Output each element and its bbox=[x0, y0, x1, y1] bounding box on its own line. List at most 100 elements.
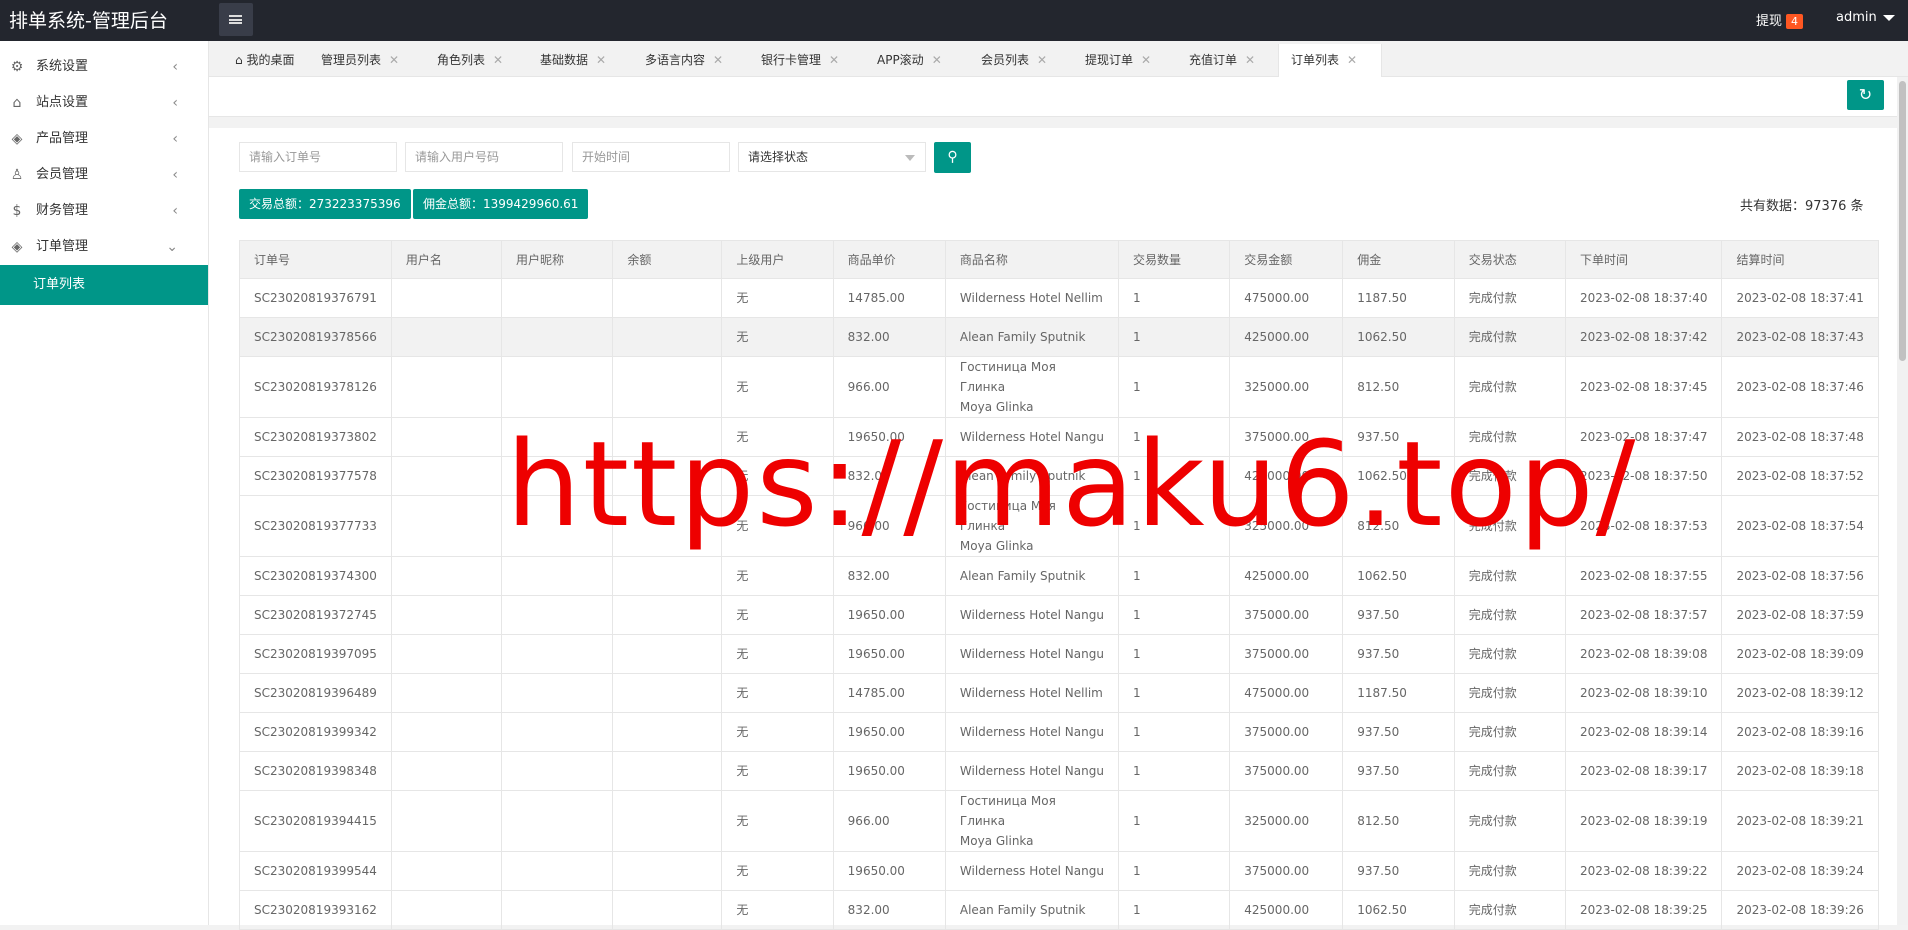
table-cell: 1 bbox=[1117, 356, 1231, 418]
table-cell bbox=[501, 751, 614, 791]
table-row[interactable]: SC23020819372745 无 19650.00 Wilderness Hote… bbox=[239, 595, 1879, 635]
sidebar-item-label: 系统设置 bbox=[36, 59, 89, 74]
table-cell: 2023-02-08 18:39:09 bbox=[1721, 634, 1879, 674]
table-cell: 832.00 bbox=[832, 890, 946, 930]
table-cell bbox=[612, 317, 723, 357]
close-icon[interactable]: ✕ bbox=[1037, 53, 1047, 67]
table-row[interactable]: SC23020819396489 无 14785.00 Wilderness Hote… bbox=[239, 673, 1879, 713]
table-cell: Wilderness Hotel Nellim bbox=[944, 278, 1119, 318]
caret-down-icon bbox=[1882, 14, 1895, 21]
column-header: 结算时间 bbox=[1721, 240, 1879, 279]
tab-basic-data[interactable]: 基础数据 ✕ bbox=[528, 44, 606, 77]
table-cell: SC23020819376791 bbox=[239, 278, 392, 318]
close-icon[interactable]: ✕ bbox=[1141, 53, 1151, 67]
table-cell: 2023-02-08 18:39:10 bbox=[1564, 673, 1723, 713]
sidebar-item-member[interactable]: ♙ 会员管理 ‹ bbox=[0, 157, 208, 193]
record-count: 共有数据：97376 条 bbox=[1740, 199, 1864, 214]
table-cell: 2023-02-08 18:39:16 bbox=[1721, 712, 1879, 752]
close-icon[interactable]: ✕ bbox=[389, 53, 399, 67]
table-cell: 完成付款 bbox=[1453, 634, 1567, 674]
table-cell bbox=[501, 634, 614, 674]
table-row[interactable]: SC23020819378126 无 966.00 Гостиница Моя Гли… bbox=[239, 356, 1879, 418]
tab-bank-card[interactable]: 银行卡管理 ✕ bbox=[749, 44, 839, 77]
user-menu[interactable]: admin bbox=[1836, 10, 1895, 25]
tab-admin-list[interactable]: 管理员列表 ✕ bbox=[309, 44, 399, 77]
home-icon: ⌂ bbox=[12, 95, 22, 111]
orders-table: 订单号 用户名 用户昵称 余额 上级用户 商品单价 商品名称 交易数量 交易金额… bbox=[239, 240, 1879, 930]
table-row[interactable]: SC23020819398348 无 19650.00 Wilderness Hote… bbox=[239, 751, 1879, 791]
table-cell: 375000.00 bbox=[1229, 634, 1344, 674]
status-select[interactable]: 请选择状态 bbox=[738, 142, 926, 172]
table-cell: 2023-02-08 18:37:59 bbox=[1721, 595, 1879, 635]
table-cell bbox=[612, 278, 723, 318]
tab-withdraw-orders[interactable]: 提现订单 ✕ bbox=[1073, 44, 1151, 77]
close-icon[interactable]: ✕ bbox=[493, 53, 503, 67]
sidebar-item-system[interactable]: ⚙ 系统设置 ‹ bbox=[0, 49, 208, 85]
table-cell: 1 bbox=[1117, 851, 1231, 891]
sidebar-item-finance[interactable]: $ 财务管理 ‹ bbox=[0, 193, 208, 229]
tab-desktop[interactable]: ⌂ 我的桌面 bbox=[223, 44, 294, 77]
table-cell: 1 bbox=[1117, 751, 1231, 791]
withdraw-notification[interactable]: 提现 4 bbox=[1756, 10, 1804, 29]
menu-toggle-button[interactable] bbox=[219, 3, 253, 36]
table-header-row: 订单号 用户名 用户昵称 余额 上级用户 商品单价 商品名称 交易数量 交易金额… bbox=[239, 240, 1879, 279]
tab-order-list[interactable]: 订单列表 ✕ bbox=[1278, 44, 1382, 77]
close-icon[interactable]: ✕ bbox=[829, 53, 839, 67]
tab-member-list[interactable]: 会员列表 ✕ bbox=[969, 44, 1047, 77]
table-cell: Alean Family Sputnik bbox=[944, 890, 1119, 930]
table-cell: 1 bbox=[1117, 317, 1231, 357]
table-row[interactable]: SC23020819394415 无 966.00 Гостиница Моя Гли… bbox=[239, 790, 1879, 852]
tab-bar: ⌂ 我的桌面 管理员列表 ✕ 角色列表 ✕ 基础数据 ✕ 多语言内容 ✕ 银行卡管理 ✕ … bbox=[209, 41, 1908, 77]
sidebar-item-product[interactable]: ◈ 产品管理 ‹ bbox=[0, 121, 208, 157]
tab-app-scroll[interactable]: APP滚动 ✕ bbox=[865, 44, 942, 77]
table-cell: 325000.00 bbox=[1229, 790, 1344, 852]
table-cell: 1062.50 bbox=[1342, 890, 1455, 930]
table-row[interactable]: SC23020819399544 无 19650.00 Wilderness Hote… bbox=[239, 851, 1879, 891]
refresh-button[interactable]: ↻ bbox=[1847, 80, 1884, 110]
tab-label: 管理员列表 bbox=[321, 53, 382, 67]
order-no-input[interactable]: 请输入订单号 bbox=[239, 142, 397, 172]
tab-multilang[interactable]: 多语言内容 ✕ bbox=[633, 44, 723, 77]
table-row[interactable]: SC23020819399342 无 19650.00 Wilderness Hote… bbox=[239, 712, 1879, 752]
table-cell: 2023-02-08 18:39:24 bbox=[1721, 851, 1879, 891]
table-row[interactable]: SC23020819378566 无 832.00 Alean Family Sput… bbox=[239, 317, 1879, 357]
chevron-left-icon: ‹ bbox=[172, 95, 178, 111]
table-cell: 2023-02-08 18:37:48 bbox=[1721, 417, 1879, 457]
table-cell: SC23020819377733 bbox=[239, 495, 392, 557]
table-cell: 1 bbox=[1117, 278, 1231, 318]
table-row[interactable]: SC23020819376791 无 14785.00 Wilderness Hote… bbox=[239, 278, 1879, 318]
user-no-input[interactable]: 请输入用户号码 bbox=[405, 142, 563, 172]
table-cell: 1062.50 bbox=[1342, 556, 1455, 596]
table-cell: 完成付款 bbox=[1453, 556, 1567, 596]
table-cell: 无 bbox=[721, 751, 834, 791]
tab-label: 银行卡管理 bbox=[761, 53, 822, 67]
table-row[interactable]: SC23020819397095 无 19650.00 Wilderness Hote… bbox=[239, 634, 1879, 674]
search-button[interactable]: ⚲ bbox=[934, 142, 971, 173]
page-scrollbar[interactable] bbox=[1897, 77, 1908, 925]
tab-role-list[interactable]: 角色列表 ✕ bbox=[425, 44, 503, 77]
table-cell: 无 bbox=[721, 356, 834, 418]
table-row[interactable]: SC23020819393162 无 832.00 Alean Family Sput… bbox=[239, 890, 1879, 930]
chevron-left-icon: ‹ bbox=[172, 131, 178, 147]
table-cell bbox=[390, 851, 503, 891]
table-cell: 完成付款 bbox=[1453, 712, 1567, 752]
sidebar-subitem-order-list[interactable]: 订单列表 bbox=[0, 265, 208, 305]
table-cell: Гостиница Моя Глинка Moya Glinka bbox=[944, 356, 1119, 418]
table-cell: 14785.00 bbox=[832, 278, 946, 318]
dollar-icon: $ bbox=[12, 203, 22, 219]
close-icon[interactable]: ✕ bbox=[713, 53, 723, 67]
table-cell: 19650.00 bbox=[832, 595, 946, 635]
sidebar-item-order[interactable]: ◈ 订单管理 ⌄ bbox=[0, 229, 208, 265]
scrollbar-thumb[interactable] bbox=[1899, 81, 1906, 361]
close-icon[interactable]: ✕ bbox=[596, 53, 606, 67]
close-icon[interactable]: ✕ bbox=[932, 53, 942, 67]
close-icon[interactable]: ✕ bbox=[1245, 53, 1255, 67]
sidebar-item-site[interactable]: ⌂ 站点设置 ‹ bbox=[0, 85, 208, 121]
start-time-input[interactable]: 开始时间 bbox=[572, 142, 730, 172]
tab-recharge-orders[interactable]: 充值订单 ✕ bbox=[1177, 44, 1255, 77]
close-icon[interactable]: ✕ bbox=[1347, 53, 1357, 67]
table-cell bbox=[390, 356, 503, 418]
table-cell: 2023-02-08 18:39:25 bbox=[1564, 890, 1723, 930]
table-row[interactable]: SC23020819374300 无 832.00 Alean Family Sput… bbox=[239, 556, 1879, 596]
table-cell: SC23020819398348 bbox=[239, 751, 392, 791]
